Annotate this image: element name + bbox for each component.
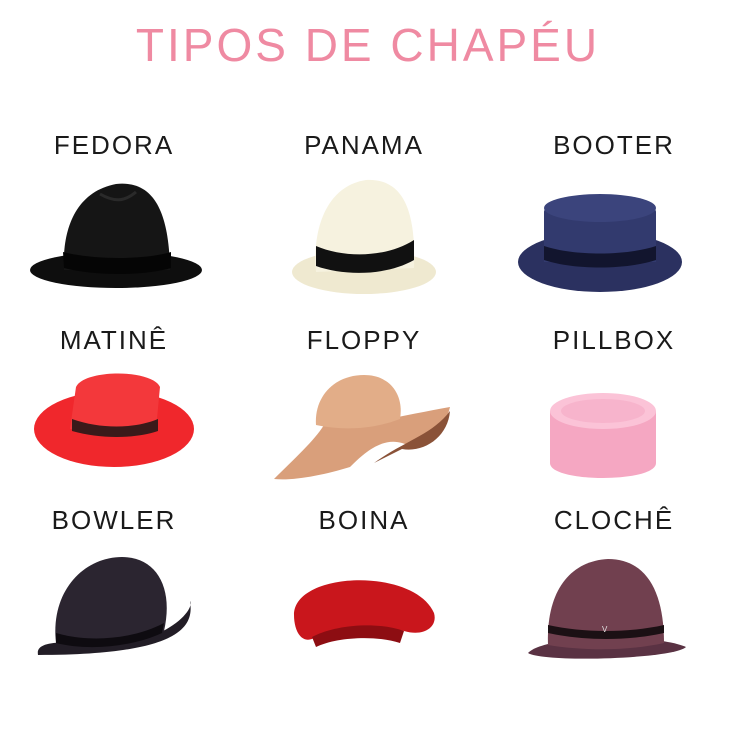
hat-label-bowler: BOWLER — [51, 505, 177, 535]
wide-brim-hat-icon — [34, 373, 194, 467]
floppy-hat-icon — [274, 375, 450, 480]
hat-label-fedora: FEDORA — [53, 130, 175, 160]
pillbox-hat-icon — [550, 393, 656, 478]
page-title: TIPOS DE CHAPÉU — [135, 19, 601, 71]
porkpie-hat-icon — [518, 194, 682, 292]
hat-label-matine: MATINÊ — [59, 325, 169, 355]
hat-label-cloche: CLOCHÊ — [553, 505, 675, 535]
fedora-hat-icon — [30, 183, 202, 288]
cloche-hat-icon: V — [528, 559, 686, 659]
hat-label-pillbox: PILLBOX — [552, 325, 676, 355]
hat-label-floppy: FLOPPY — [306, 325, 422, 355]
hat-label-booter: BOOTER — [553, 130, 675, 160]
beret-icon — [294, 580, 435, 647]
bowler-hat-icon — [37, 557, 191, 655]
hat-label-boina: BOINA — [318, 505, 410, 535]
hat-label-panama: PANAMA — [304, 130, 424, 160]
panama-hat-icon — [292, 179, 436, 294]
svg-text:V: V — [602, 625, 608, 634]
